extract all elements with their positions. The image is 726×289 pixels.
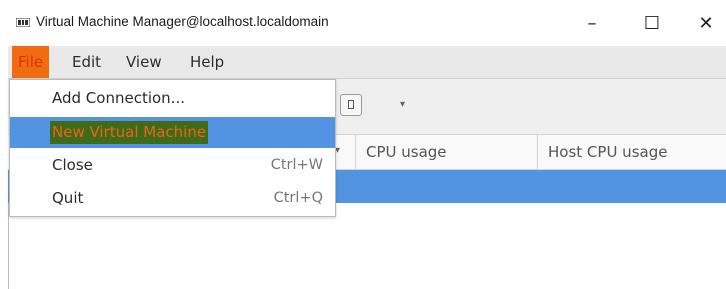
close-button[interactable]: ✕ [686, 8, 726, 38]
menu-file[interactable]: File [12, 46, 50, 78]
menu-item-quit[interactable]: Quit Ctrl+Q [10, 183, 335, 214]
app-icon [16, 18, 30, 27]
column-cpu-usage[interactable]: CPU usage [355, 135, 537, 169]
menu-item-add-connection[interactable]: Add Connection... [10, 83, 335, 114]
shortcut-label: Ctrl+W [270, 157, 323, 173]
file-menu-dropdown: Add Connection... New Virtual Machine Cl… [9, 79, 336, 217]
menu-item-label: Add Connection... [52, 89, 185, 107]
menu-item-label: Quit [52, 189, 84, 207]
menu-item-close[interactable]: Close Ctrl+W [10, 150, 335, 181]
minimize-button[interactable]: – [572, 8, 612, 38]
title-bar: Virtual Machine Manager@localhost.locald… [0, 0, 726, 44]
menu-item-label: New Virtual Machine [50, 121, 209, 144]
shortcut-label: Ctrl+Q [273, 190, 323, 206]
menu-edit[interactable]: Edit [66, 46, 107, 78]
menu-help[interactable]: Help [184, 46, 230, 78]
maximize-icon: ☐ [643, 12, 661, 34]
toolbar-button[interactable] [340, 94, 362, 116]
chevron-down-icon[interactable]: ▾ [400, 99, 405, 110]
column-host-cpu-usage[interactable]: Host CPU usage [537, 135, 726, 169]
menu-item-new-virtual-machine[interactable]: New Virtual Machine [10, 117, 335, 148]
menu-view[interactable]: View [120, 46, 168, 78]
menu-bar: File Edit View Help [8, 46, 726, 79]
maximize-button[interactable]: ☐ [632, 8, 672, 38]
close-icon: ✕ [698, 12, 714, 34]
window-title: Virtual Machine Manager@localhost.locald… [36, 14, 329, 29]
minimize-icon: – [587, 12, 597, 34]
menu-item-label: Close [52, 156, 93, 174]
